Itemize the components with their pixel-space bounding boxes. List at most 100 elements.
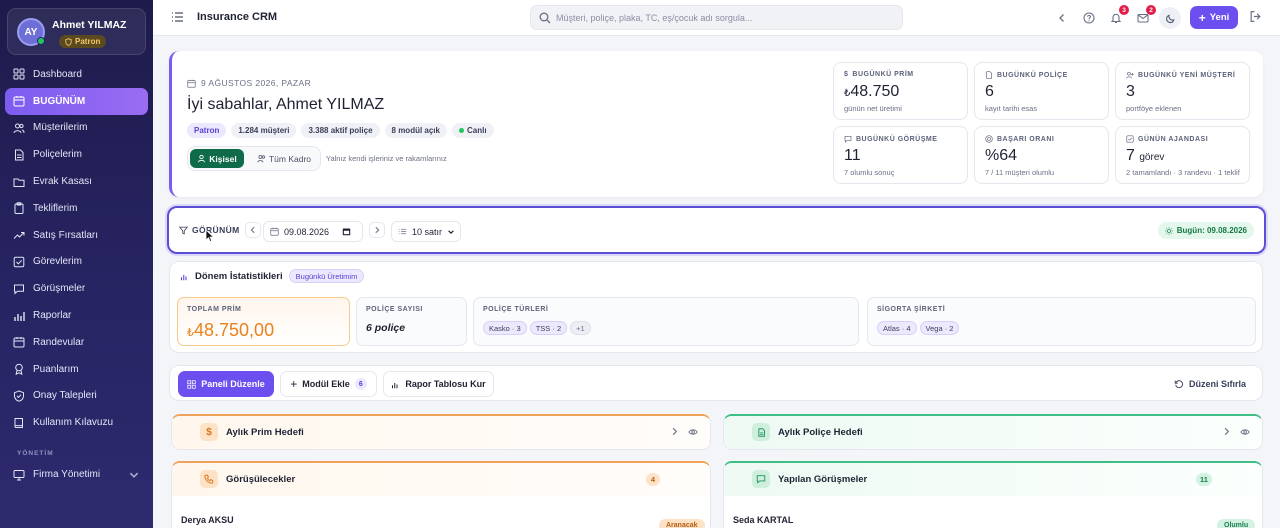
search-input[interactable] [556, 9, 896, 26]
filter-icon [179, 226, 188, 235]
bar-chart-icon [14, 311, 25, 321]
reset-layout-button[interactable]: Düzeni Sıfırla [1174, 379, 1246, 389]
date-picker[interactable]: 09.08.2026 [263, 221, 363, 242]
sidebar-item-tekliflerim[interactable]: Tekliflerim [5, 195, 148, 222]
policy-count-label: POLİÇE SAYISI [366, 306, 423, 313]
sidebar-item-label: Dashboard [33, 68, 82, 80]
document-icon [15, 149, 24, 161]
list-icon [398, 228, 407, 235]
module-title: Görüşülecekler [226, 474, 296, 485]
user-profile-card[interactable]: AY Ahmet YILMAZ Patron [7, 8, 146, 55]
module-header: Yapılan Görüşmeler 11 [724, 463, 1262, 496]
module-count-badge: 11 [1196, 473, 1212, 486]
stat-label-text: GÜNÜN AJANDASI [1138, 135, 1209, 143]
module-header: Görüşülecekler 4 [172, 463, 710, 496]
logout-icon[interactable] [1249, 10, 1262, 23]
clipboard-icon [14, 202, 24, 215]
stat-daily-agenda[interactable]: GÜNÜN AJANDASI 7 görev 2 tamamlandı · 3 … [1115, 126, 1250, 184]
stat-today-new-customer[interactable]: BUGÜNKÜ YENİ MÜŞTERİ 3 portföye eklenen [1115, 62, 1250, 120]
sidebar-item-kullanim-kilavuzu[interactable]: Kullanım Kılavuzu [5, 409, 148, 436]
messages-button[interactable]: 2 [1134, 5, 1156, 27]
users-icon [13, 123, 25, 134]
menu-icon[interactable] [171, 11, 184, 23]
notifications-button[interactable]: 3 [1107, 5, 1129, 27]
sidebar-item-satis-firsatlari[interactable]: Satış Fırsatları [5, 222, 148, 249]
stat-today-premium[interactable]: $ BUGÜNKÜ PRİM ₺48.750 günün net üretimi [833, 62, 968, 120]
search-icon [539, 12, 551, 24]
sun-icon [1165, 226, 1173, 235]
eye-icon[interactable] [1240, 427, 1250, 437]
sidebar-item-gorusmeler[interactable]: Görüşmeler [5, 275, 148, 302]
shield-check-icon [14, 390, 24, 402]
policy-type-pill[interactable]: TSS · 2 [529, 321, 568, 335]
sidebar-item-bugunum[interactable]: BUGÜNÜM [5, 87, 148, 115]
stat-sub: portföye eklenen [1126, 104, 1182, 113]
user-plus-icon [1126, 71, 1134, 79]
document-icon [986, 71, 992, 79]
sidebar-item-dashboard[interactable]: Dashboard [5, 61, 148, 88]
sidebar-item-onay-talepleri[interactable]: Onay Talepleri [5, 383, 148, 410]
stat-today-meetings[interactable]: BUGÜNKÜ GÖRÜŞME 11 7 olumlu sonuç [833, 126, 968, 184]
next-day-button[interactable] [369, 222, 385, 238]
greeting-title: İyi sabahlar, Ahmet YILMAZ [187, 96, 385, 113]
sidebar-item-gorevlerim[interactable]: Görevlerim [5, 249, 148, 276]
avatar-initials: AY [24, 26, 38, 38]
previous-day-button[interactable] [245, 222, 261, 238]
panel-toolbar: Paneli Düzenle + Modül Ekle 6 Rapor Tabl… [169, 365, 1263, 401]
theme-toggle-button[interactable] [1159, 7, 1181, 29]
company-pills: Atlas · 4 Vega · 2 [877, 321, 960, 335]
user-icon [198, 154, 206, 163]
stat-label: BAŞARI ORANI [985, 135, 1054, 143]
chevron-right-icon[interactable] [1222, 427, 1231, 436]
edit-panel-button[interactable]: Paneli Düzenle [178, 371, 274, 397]
global-search[interactable] [530, 5, 903, 30]
back-button[interactable] [1053, 9, 1071, 27]
live-dot-icon [458, 128, 464, 133]
today-badge[interactable]: Bugün: 09.08.2026 [1157, 222, 1254, 239]
completed-meetings-module: Yapılan Görüşmeler 11 Seda KARTAL Olumlu [723, 461, 1263, 528]
new-record-button[interactable]: + Yeni [1190, 6, 1238, 29]
stat-value: 7 görev [1126, 147, 1164, 165]
sidebar-item-firma-yonetimi[interactable]: Firma Yönetimi [5, 461, 148, 488]
eye-icon[interactable] [688, 427, 698, 437]
build-report-table-button[interactable]: Rapor Tablosu Kur [383, 371, 494, 397]
monthly-premium-target-module[interactable]: $ Aylık Prim Hedefi [171, 414, 711, 450]
stat-success-rate[interactable]: BAŞARI ORANI %64 7 / 11 müşteri olumlu [974, 126, 1109, 184]
scope-all-staff-button[interactable]: Tüm Kadro [252, 149, 316, 168]
contact-name[interactable]: Seda KARTAL [733, 515, 793, 525]
scope-personal-label: Kişisel [209, 153, 237, 164]
sidebar-item-puanlarim[interactable]: Puanlarım [5, 356, 148, 383]
chevron-right-icon[interactable] [670, 427, 679, 436]
more-types-pill[interactable]: +1 [570, 321, 591, 335]
sidebar-item-policelerim[interactable]: Poliçelerim [5, 141, 148, 168]
scope-personal-button[interactable]: Kişisel [190, 149, 244, 168]
stat-today-policy[interactable]: BUGÜNKÜ POLİÇE 6 kayıt tarihi esas [974, 62, 1109, 120]
plus-icon: + [290, 377, 298, 391]
company-pill[interactable]: Vega · 2 [919, 321, 960, 335]
add-module-label: Modül Ekle [302, 379, 350, 389]
calendar-icon [187, 79, 196, 88]
policy-type-pill[interactable]: Kasko · 3 [483, 321, 527, 335]
sidebar-item-label: Randevular [33, 336, 85, 348]
topbar: Insurance CRM 3 2 + Yeni [153, 0, 1280, 36]
sidebar-item-evrak-kasasi[interactable]: Evrak Kasası [5, 168, 148, 195]
company-pill[interactable]: Atlas · 4 [877, 321, 917, 335]
row-count-select[interactable]: 10 satır [391, 221, 461, 242]
policy-count-box: POLİÇE SAYISI 6 poliçe [356, 297, 467, 346]
sidebar-item-randevular[interactable]: Randevular [5, 329, 148, 356]
sidebar-item-musterilerim[interactable]: Müşterilerim [5, 115, 148, 142]
active-policy-chip: 3.388 aktif poliçe [301, 123, 380, 138]
calendar-icon [270, 227, 279, 236]
contact-name[interactable]: Derya AKSU [181, 515, 234, 525]
sidebar-item-label: Firma Yönetimi [33, 469, 101, 481]
module-count-badge: 4 [646, 473, 660, 486]
sidebar-item-label: Görüşmeler [33, 283, 86, 295]
current-date: 9 AĞUSTOS 2026, PAZAR [187, 78, 311, 88]
grid-icon [187, 379, 196, 389]
add-module-button[interactable]: + Modül Ekle 6 [280, 371, 377, 397]
calendar-icon [13, 96, 25, 107]
help-button[interactable] [1080, 9, 1098, 27]
chevron-right-icon [375, 226, 380, 234]
sidebar-item-raporlar[interactable]: Raporlar [5, 302, 148, 329]
monthly-policy-target-module[interactable]: Aylık Poliçe Hedefi [723, 414, 1263, 450]
